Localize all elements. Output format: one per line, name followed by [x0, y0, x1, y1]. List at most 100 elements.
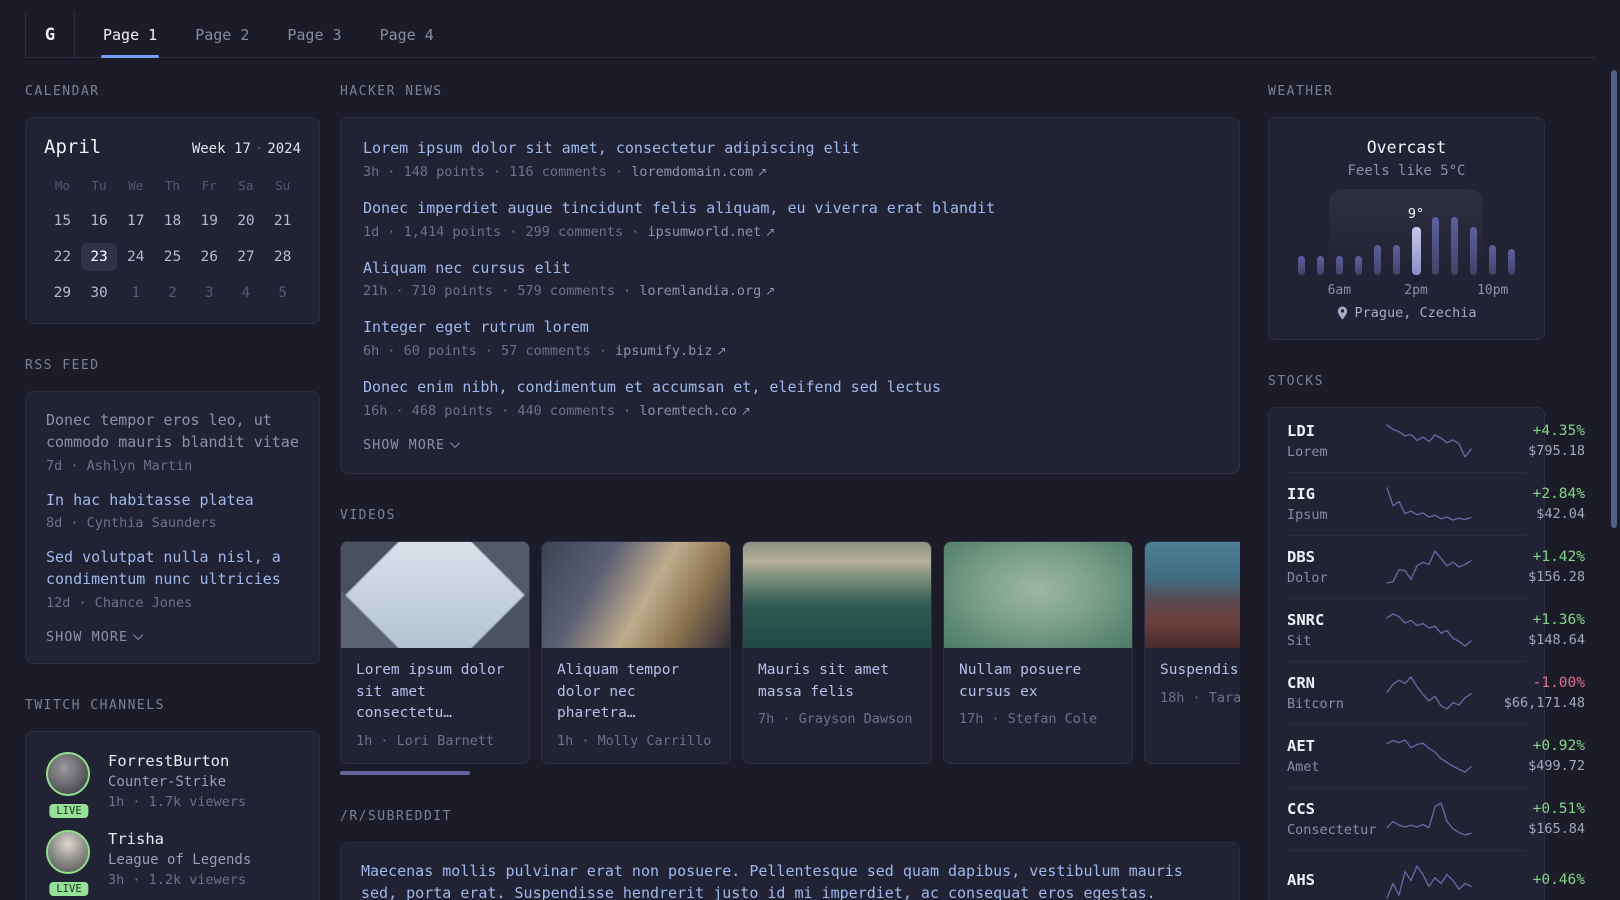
- hn-title-link[interactable]: Aliquam nec cursus elit: [363, 258, 1217, 280]
- tab-page-3[interactable]: Page 3: [287, 12, 341, 57]
- location-pin-icon: [1337, 306, 1347, 320]
- hn-meta-text: 6h · 60 points · 57 comments ·: [363, 343, 615, 359]
- calendar-day: 26: [200, 249, 218, 265]
- page-scrollbar[interactable]: [1611, 70, 1617, 528]
- twitch-channel-game: Counter-Strike: [108, 773, 227, 790]
- weather-bar-slot: [1312, 195, 1328, 295]
- rss-item-title-link[interactable]: Donec tempor eros leo, ut commodo mauris…: [46, 410, 299, 454]
- app-logo: G: [25, 12, 75, 57]
- hn-title-link[interactable]: Donec enim nibh, condimentum et accumsan…: [363, 377, 1217, 399]
- hn-title-link[interactable]: Lorem ipsum dolor sit amet, consectetur …: [363, 138, 1217, 160]
- stock-row[interactable]: CCS Consectetur +0.51% $165.84: [1287, 787, 1585, 850]
- tab-page-1[interactable]: Page 1: [100, 12, 160, 58]
- stock-price: $156.28: [1528, 569, 1585, 585]
- weather-bar-slot: [1351, 195, 1367, 295]
- video-carousel-scrollbar[interactable]: [340, 771, 470, 775]
- stock-row[interactable]: LDI Lorem +4.35% $795.18: [1287, 410, 1585, 472]
- video-card[interactable]: Mauris sit amet massa felis 7h · Grayson…: [742, 540, 932, 764]
- stock-sparkline: [1383, 862, 1475, 900]
- hn-domain-link[interactable]: ipsumworld.net: [647, 224, 775, 240]
- stock-row[interactable]: AHS +0.46%: [1287, 850, 1585, 900]
- center-column: HACKER NEWS Lorem ipsum dolor sit amet, …: [340, 84, 1240, 900]
- video-meta: 18h · Tara: [1160, 689, 1240, 706]
- weather-bar-slot: [1370, 195, 1386, 295]
- video-card[interactable]: Lorem ipsum dolor sit amet consectetu… 1…: [340, 540, 530, 764]
- weather-card: Overcast Feels like 5°C 6am 9° 2pm 10pm Pra…: [1268, 117, 1545, 340]
- weather-location: Prague, Czechia: [1291, 305, 1522, 321]
- weather-bar-slot: [1293, 195, 1309, 295]
- calendar-day-next-month: 4: [241, 285, 251, 301]
- calendar-month: April: [44, 136, 102, 158]
- stock-row[interactable]: SNRC Sit +1.36% $148.64: [1287, 598, 1585, 661]
- twitch-channel-name: Trisha: [108, 829, 164, 848]
- reddit-post-title-link[interactable]: Maecenas mollis pulvinar erat non posuer…: [361, 861, 1219, 900]
- video-card[interactable]: Aliquam tempor dolor nec pharetra… 1h · …: [541, 540, 731, 764]
- calendar-day: 16: [90, 213, 108, 229]
- hn-domain-link[interactable]: loremtech.co: [639, 403, 751, 419]
- reddit-post: Maecenas mollis pulvinar erat non posuer…: [361, 861, 1219, 900]
- hn-item: Integer eget rutrum lorem 6h · 60 points…: [363, 317, 1217, 359]
- weather-location-text: Prague, Czechia: [1354, 305, 1477, 321]
- twitch-channel-game: League of Legends: [108, 851, 252, 868]
- rss-item-title-link[interactable]: In hac habitasse platea: [46, 490, 299, 512]
- stocks-card: LDI Lorem +4.35% $795.18 IIG Ipsum +2.84% $4…: [1268, 407, 1585, 900]
- hn-meta-text: 3h · 148 points · 116 comments ·: [363, 163, 632, 180]
- hn-show-more-button[interactable]: SHOW MORE: [363, 437, 1217, 453]
- calendar-year: 2024: [267, 141, 301, 157]
- chevron-down-icon: [450, 438, 461, 449]
- video-card[interactable]: Nullam posuere cursus ex 17h · Stefan Co…: [943, 540, 1133, 764]
- avatar: [46, 751, 90, 796]
- rss-item-title-link[interactable]: Sed volutpat nulla nisl, a condimentum n…: [46, 547, 299, 591]
- stock-row[interactable]: AET Amet +0.92% $499.72: [1287, 724, 1585, 787]
- stock-name: Bitcorn: [1287, 696, 1344, 712]
- twitch-channel-row[interactable]: LIVE ForrestBurton Counter-Strike 1h · 1…: [46, 751, 299, 818]
- stock-change: -1.00%: [1532, 675, 1585, 691]
- hn-item-meta: 21h · 710 points · 579 comments · loreml…: [363, 283, 1217, 299]
- hn-domain-link[interactable]: loremlandia.org: [639, 283, 775, 299]
- stock-row[interactable]: IIG Ipsum +2.84% $42.04: [1287, 472, 1585, 535]
- hn-domain-link[interactable]: loremdomain.com: [631, 164, 767, 180]
- calendar-day-selected: 23: [80, 243, 118, 271]
- hn-title-link[interactable]: Integer eget rutrum lorem: [363, 317, 1217, 339]
- calendar-day: 25: [163, 249, 182, 265]
- weather-bar-slot: [1427, 195, 1443, 295]
- subreddit-widget: /R/SUBREDDIT Maecenas mollis pulvinar er…: [340, 809, 1240, 900]
- stock-change: +1.36%: [1532, 612, 1585, 628]
- weekday-label: Th: [164, 178, 181, 193]
- weekday-label: Fr: [201, 178, 217, 193]
- weather-bar-slot: 10pm: [1477, 195, 1508, 298]
- stocks-widget: STOCKS LDI Lorem +4.35% $795.18 IIG Ipsum +…: [1268, 374, 1585, 900]
- stock-price: $66,171.48: [1503, 695, 1585, 711]
- hn-item-meta: 1d · 1,414 points · 299 comments · ipsum…: [363, 224, 1217, 240]
- rss-item: Donec tempor eros leo, ut commodo mauris…: [46, 410, 299, 474]
- weather-condition: Overcast: [1366, 138, 1447, 157]
- twitch-widget-label: TWITCH CHANNELS: [25, 697, 165, 713]
- stock-name: Dolor: [1287, 570, 1328, 586]
- rss-item: In hac habitasse platea 8d · Cynthia Sau…: [46, 490, 299, 532]
- twitch-channel-row[interactable]: LIVE Trisha League of Legends 3h · 1.2k …: [46, 829, 299, 896]
- hn-title-link[interactable]: Donec imperdiet augue tincidunt felis al…: [363, 198, 1217, 220]
- video-meta: 1h · Molly Carrillo: [557, 733, 712, 749]
- tab-page-4[interactable]: Page 4: [380, 12, 434, 57]
- twitch-channel-name: ForrestBurton: [108, 751, 230, 770]
- hn-item-meta: 6h · 60 points · 57 comments · ipsumify.…: [363, 343, 1217, 359]
- weather-hourly-chart: 6am 9° 2pm 10pm: [1291, 189, 1522, 298]
- hn-item-meta: 16h · 468 points · 440 comments · loremt…: [363, 403, 1217, 419]
- tab-page-2[interactable]: Page 2: [195, 12, 249, 57]
- rss-item-meta: 7d · Ashlyn Martin: [46, 457, 193, 474]
- hn-domain-link[interactable]: ipsumify.biz: [615, 343, 727, 359]
- stock-row[interactable]: CRN Bitcorn -1.00% $66,171.48: [1287, 661, 1585, 724]
- rss-widget: RSS FEED Donec tempor eros leo, ut commo…: [25, 358, 320, 664]
- stock-change: +0.92%: [1532, 738, 1585, 754]
- weather-bar-slot: [1504, 195, 1520, 295]
- stock-price: $165.84: [1528, 821, 1585, 837]
- stock-change: +4.35%: [1532, 423, 1585, 439]
- rss-show-more-button[interactable]: SHOW MORE: [46, 629, 299, 645]
- calendar-day: 19: [200, 213, 218, 229]
- stock-row[interactable]: DBS Dolor +1.42% $156.28: [1287, 535, 1585, 598]
- hn-item: Lorem ipsum dolor sit amet, consectetur …: [363, 138, 1217, 180]
- weather-feels-like: Feels like 5°C: [1347, 163, 1466, 179]
- video-card[interactable]: Suspendisse diam 18h · Tara: [1144, 540, 1240, 764]
- video-thumbnail: [1145, 541, 1240, 648]
- calendar-day: 30: [90, 285, 108, 301]
